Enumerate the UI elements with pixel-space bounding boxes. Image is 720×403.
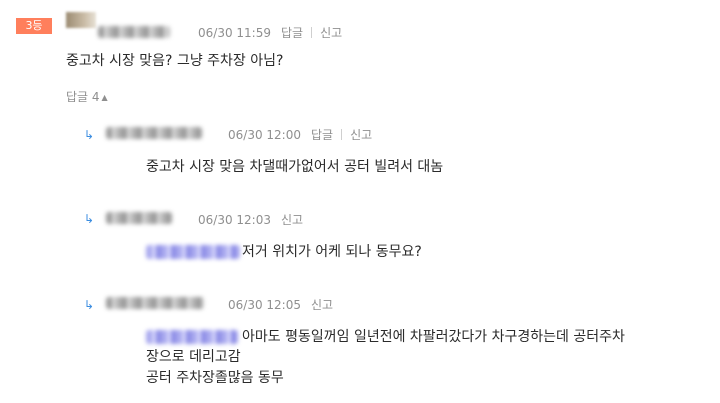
reply-arrow-icon: ↳ [84,298,95,312]
mention-blurred[interactable] [146,330,238,344]
reply-button[interactable]: 답글 [281,26,303,40]
reply-text: 중고차 시장 맞음 차댈때가없어서 공터 빌려서 대놈 [146,159,444,175]
rank-badge: 3등 [16,18,52,34]
comment-meta: 06/30 11:59 답글 신고 [198,24,342,41]
reply-meta: 06/30 12:05 신고 [228,296,333,313]
avatar [66,12,96,28]
reply-text-line1: 아마도 평동일꺼임 일년전에 차팔러갔다가 차구경하는데 공터주차 [242,329,625,345]
divider [311,27,313,38]
reply-text: 저거 위치가 어케 되나 동무요? [242,244,422,260]
divider [341,129,343,140]
timestamp: 06/30 11:59 [198,26,271,40]
report-button[interactable]: 신고 [350,128,372,142]
timestamp: 06/30 12:05 [228,298,301,312]
timestamp: 06/30 12:03 [198,213,271,227]
reply-meta: 06/30 12:03 신고 [198,211,303,228]
comment-text: 중고차 시장 맞음? 그냥 주차장 아님? [66,53,284,69]
report-button[interactable]: 신고 [281,213,303,227]
replies-toggle-label: 답글 4 [66,90,100,104]
reply-arrow-icon: ↳ [84,128,95,142]
reply-meta: 06/30 12:00 답글 신고 [228,126,372,143]
report-button[interactable]: 신고 [311,298,333,312]
reply-author-blurred[interactable] [106,297,204,309]
reply-button[interactable]: 답글 [311,128,333,142]
report-button[interactable]: 신고 [320,26,342,40]
reply-text-line2: 장으로 데리고감 [146,349,241,365]
timestamp: 06/30 12:00 [228,128,301,142]
reply-author-blurred[interactable] [106,127,202,139]
replies-toggle[interactable]: 답글 4 ▲ [66,88,108,105]
caret-up-icon: ▲ [101,93,108,102]
reply-arrow-icon: ↳ [84,212,95,226]
author-name-blurred[interactable] [98,26,170,38]
reply-text-line3: 공터 주차장졸많음 동무 [146,370,284,386]
mention-blurred[interactable] [146,245,240,259]
reply-author-blurred[interactable] [106,212,172,224]
